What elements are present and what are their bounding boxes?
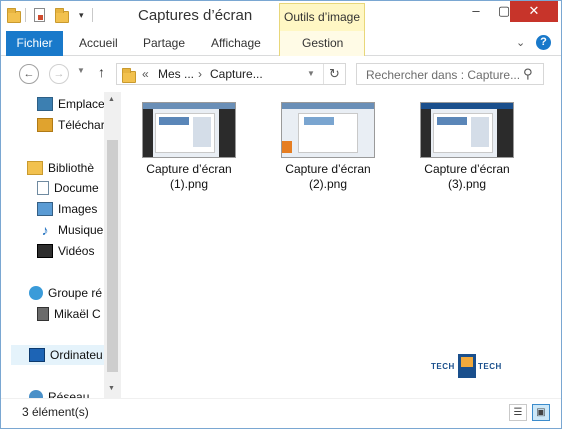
separator [25,8,26,22]
user-icon [37,307,49,321]
search-icon[interactable]: ⚲ [523,66,533,82]
tab-share[interactable]: Partage [143,36,185,50]
homegroup-icon [29,286,43,300]
nav-item-label: Réseau [48,390,90,398]
nav-item-label: Bibliothè [48,161,95,175]
scroll-up-icon[interactable]: ▲ [108,96,115,103]
file-name: Capture d’écran (3).png [424,162,510,191]
search-placeholder: Rechercher dans : Capture... [366,68,521,82]
details-view-button[interactable]: ☰ [509,404,527,421]
explorer-window: ▾ Captures d’écran Outils d’image – ▢ ✕ … [0,0,562,429]
image-thumbnail [420,102,514,158]
music-icon: ♪ [41,222,49,238]
separator [91,8,93,22]
tab-home[interactable]: Accueil [79,36,118,50]
nav-item-videos[interactable]: Vidéos [37,241,94,261]
customize-qat-icon[interactable]: ▾ [79,10,84,21]
file-name: Capture d’écran (1).png [146,162,232,191]
nav-item-label: Musique [58,223,104,237]
navigation-pane: Emplace Téléchar Bibliothè Docume Images… [1,92,121,398]
expand-ribbon-icon[interactable]: ⌄ [516,36,525,49]
nav-item-pictures[interactable]: Images [37,199,97,219]
nav-item-downloads[interactable]: Téléchar [37,115,105,135]
logo-icon [458,354,476,378]
navigation-pane-scrollbar[interactable]: ▲ ▼ [104,92,121,398]
breadcrumb-separator[interactable]: › [198,67,202,81]
refresh-button[interactable]: ↻ [323,64,345,84]
documents-icon [37,181,49,195]
nav-item-computer[interactable]: Ordinateu [11,345,104,365]
folder-icon [122,68,136,83]
quick-access-toolbar: ▾ [7,7,93,23]
file-item[interactable]: Capture d’écran (1).png [129,102,249,192]
title-bar: ▾ Captures d’écran Outils d’image – ▢ ✕ [1,1,561,31]
address-bar[interactable]: « Mes ... › Capture... ▼ ↻ [116,63,346,85]
desktop-icon [37,97,53,111]
image-thumbnail [281,102,375,158]
ribbon-tabs: Fichier Accueil Partage Affichage Gestio… [1,31,561,56]
context-tab-image-tools[interactable]: Outils d’image [279,3,365,31]
nav-item-recent-places[interactable]: Emplace [37,94,105,114]
close-button[interactable]: ✕ [510,1,558,22]
recent-locations-icon[interactable]: ▼ [77,66,85,75]
minimize-button[interactable]: – [462,1,490,22]
image-thumbnail [142,102,236,158]
nav-item-label: Groupe ré [48,286,103,300]
status-bar: 3 élément(s) ☰ ▣ [1,398,561,428]
nav-item-label: Ordinateu [50,348,103,362]
folder-icon[interactable] [7,8,21,23]
new-folder-icon[interactable] [55,8,69,23]
tab-manage[interactable]: Gestion [302,36,343,50]
nav-item-label: Docume [54,181,99,195]
breadcrumb-mes[interactable]: Mes ... [158,67,194,81]
file-item[interactable]: Capture d’écran (3).png [407,102,527,192]
file-list: Capture d’écran (1).png Capture d’écran (2… [121,92,561,398]
tab-file[interactable]: Fichier [6,31,63,56]
computer-icon [29,348,45,362]
window-title: Captures d’écran [138,7,253,24]
file-item[interactable]: Capture d’écran (2).png [268,102,388,192]
file-name: Capture d’écran (2).png [285,162,371,191]
properties-icon[interactable] [34,8,45,22]
nav-item-label: Vidéos [58,244,95,258]
item-count: 3 élément(s) [22,405,89,419]
pictures-icon [37,202,53,216]
forward-button[interactable]: → [49,64,69,84]
nav-item-label: Téléchar [58,118,105,132]
breadcrumb-captures[interactable]: Capture... [210,67,263,81]
nav-item-label: Images [58,202,98,216]
downloads-icon [37,118,53,132]
scroll-down-icon[interactable]: ▼ [108,385,115,392]
nav-item-homegroup[interactable]: Groupe ré [29,283,102,303]
network-icon [29,390,43,398]
help-icon[interactable]: ? [536,35,551,50]
tab-view[interactable]: Affichage [211,36,261,50]
back-button[interactable]: ← [19,64,39,84]
nav-item-documents[interactable]: Docume [37,178,99,198]
breadcrumb-overflow[interactable]: « [142,67,149,81]
address-dropdown-icon[interactable]: ▼ [307,69,315,78]
search-input[interactable]: Rechercher dans : Capture... ⚲ [356,63,544,85]
library-icon [27,161,43,175]
scrollbar-thumb[interactable] [107,140,118,372]
videos-icon [37,244,53,258]
nav-item-user[interactable]: Mikaël C [37,304,101,324]
navigation-bar: ← → ▼ ↑ « Mes ... › Capture... ▼ ↻ Reche… [1,56,561,92]
large-icons-view-button[interactable]: ▣ [532,404,550,421]
up-button[interactable]: ↑ [98,64,105,80]
nav-item-network[interactable]: Réseau [29,387,89,398]
nav-item-label: Emplace [58,97,105,111]
nav-item-music[interactable]: ♪ Musique [37,220,104,240]
nav-item-label: Mikaël C [54,307,101,321]
nav-item-libraries[interactable]: Bibliothè [27,158,94,178]
watermark-logo: TECH TECH [431,354,501,380]
